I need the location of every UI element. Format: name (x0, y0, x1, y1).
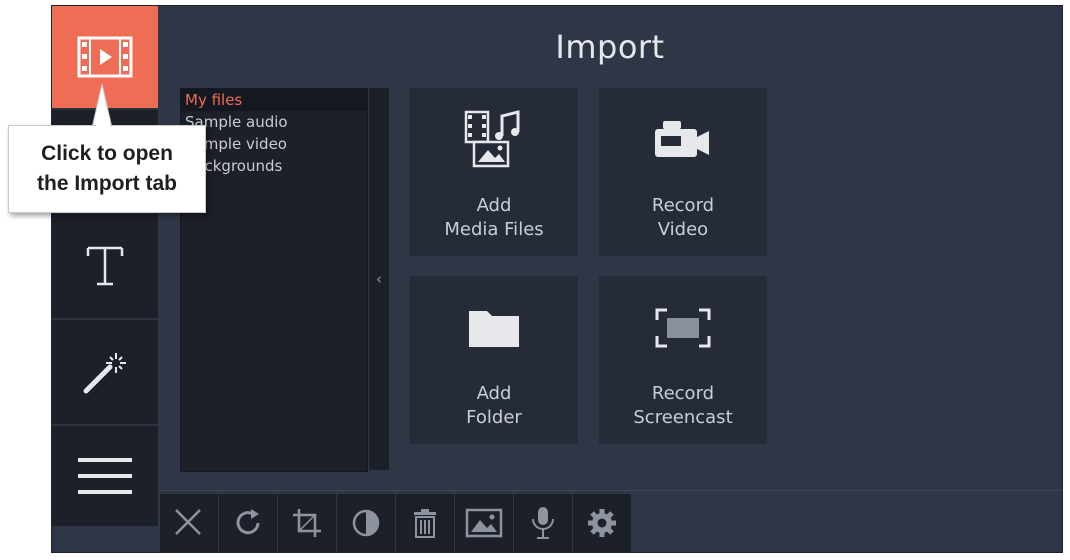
add-folder-line1: Add (476, 383, 512, 404)
color-adjust-button[interactable] (337, 494, 395, 552)
add-folder-button[interactable]: Add Folder (410, 276, 578, 444)
list-item-sample-video[interactable]: Sample video (181, 133, 367, 155)
app-window: Import My files Sample audio Sample vide… (52, 6, 1062, 552)
delete-button[interactable] (396, 494, 454, 552)
chevron-left-icon: ‹ (376, 270, 382, 288)
file-list: My files Sample audio Sample video Backg… (180, 88, 368, 472)
list-item-sample-audio[interactable]: Sample audio (181, 111, 367, 133)
image-icon (465, 508, 503, 538)
collapse-panel-button[interactable]: ‹ (369, 88, 389, 470)
color-adjust-icon (352, 509, 380, 537)
list-item-backgrounds[interactable]: Backgrounds (181, 155, 367, 177)
crop-icon (293, 509, 321, 537)
settings-icon (588, 509, 616, 537)
folder-icon (469, 311, 519, 347)
record-screencast-button[interactable]: Record Screencast (599, 276, 767, 444)
record-video-button[interactable]: Record Video (599, 88, 767, 256)
record-screencast-line1: Record (651, 383, 715, 404)
camera-icon (655, 121, 709, 157)
rotate-icon (236, 509, 260, 535)
scissors-icon (175, 509, 201, 535)
edit-toolbar (160, 494, 632, 552)
add-folder-line2: Folder (466, 407, 522, 428)
film-play-icon (77, 36, 133, 78)
tab-effects[interactable] (52, 320, 158, 426)
tab-more[interactable] (52, 426, 158, 526)
magic-wand-icon (83, 353, 126, 394)
text-t-icon (86, 246, 124, 286)
page-title: Import (555, 28, 665, 66)
crop-button[interactable] (278, 494, 336, 552)
callout-line1: Click to open (41, 142, 173, 165)
split-button[interactable] (160, 494, 218, 552)
hamburger-menu-icon (78, 458, 132, 494)
microphone-icon (532, 507, 554, 539)
rotate-button[interactable] (219, 494, 277, 552)
image-button[interactable] (455, 494, 513, 552)
add-media-line1: Add (476, 195, 512, 216)
add-media-line2: Media Files (444, 219, 544, 240)
callout-pointer-joint (96, 118, 110, 128)
record-video-line1: Record (651, 195, 715, 216)
settings-button[interactable] (573, 494, 631, 552)
tab-titles[interactable] (52, 214, 158, 320)
toolbar-divider (158, 490, 1062, 491)
callout-tooltip: Click to open the Import tab (8, 125, 206, 213)
screencast-icon (655, 308, 711, 348)
record-video-line2: Video (657, 219, 709, 240)
list-item-my-files[interactable]: My files (181, 89, 367, 111)
audio-record-button[interactable] (514, 494, 572, 552)
callout-line2: the Import tab (37, 172, 177, 195)
add-media-files-button[interactable]: Add Media Files (410, 88, 578, 256)
trash-icon (414, 509, 436, 538)
media-files-icon (464, 110, 520, 168)
record-screencast-line2: Screencast (633, 407, 733, 428)
